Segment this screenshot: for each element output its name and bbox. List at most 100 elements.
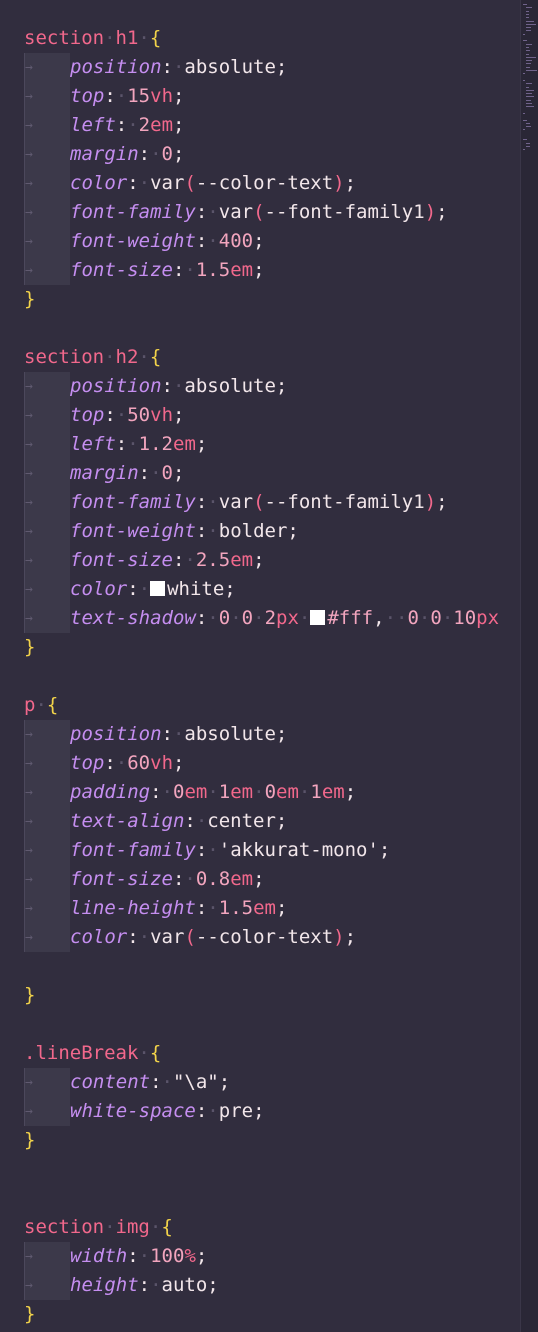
code-token-colon: : bbox=[115, 433, 128, 455]
code-token-colon: : bbox=[161, 56, 173, 78]
code-line[interactable]: p·{ bbox=[24, 691, 520, 720]
code-line[interactable]: text-shadow:·0·0·2px·#fff,··0·0·10px bbox=[24, 604, 520, 633]
code-token-dot: · bbox=[104, 27, 116, 49]
code-line[interactable]: width:·100%; bbox=[24, 1242, 520, 1271]
code-line[interactable]: font-weight:·400; bbox=[24, 227, 520, 256]
code-token-unit: em bbox=[230, 259, 254, 281]
code-token-colon: : bbox=[195, 520, 208, 542]
code-line[interactable]: margin:·0; bbox=[24, 140, 520, 169]
code-token-colon: : bbox=[161, 723, 173, 745]
code-token-colon: : bbox=[195, 1100, 208, 1122]
code-token-num: 0 bbox=[161, 143, 173, 165]
code-token-dot: · bbox=[207, 839, 219, 861]
code-token-prop: line-height bbox=[70, 897, 196, 919]
code-line[interactable]: left:·2em; bbox=[24, 111, 520, 140]
code-line[interactable]: font-size:·1.5em; bbox=[24, 256, 520, 285]
code-token-dot: · bbox=[184, 868, 196, 890]
code-line[interactable]: color:·var(--color-text); bbox=[24, 169, 520, 198]
code-token-num: 1 bbox=[310, 781, 322, 803]
code-token-unit: em bbox=[184, 781, 208, 803]
code-token-num: 0 bbox=[430, 607, 442, 629]
code-token-colon: : bbox=[127, 578, 139, 600]
code-line[interactable]: line-height:·1.5em; bbox=[24, 894, 520, 923]
tab-indent-marker bbox=[24, 401, 70, 430]
code-line[interactable]: text-align:·center; bbox=[24, 807, 520, 836]
code-line[interactable]: font-weight:·bolder; bbox=[24, 517, 520, 546]
code-token-dot: · bbox=[184, 549, 196, 571]
code-line[interactable]: } bbox=[24, 1126, 520, 1155]
code-token-str: absolute; bbox=[184, 375, 288, 397]
code-line[interactable]: top:·15vh; bbox=[24, 82, 520, 111]
code-token-colon: : bbox=[104, 85, 116, 107]
code-line[interactable]: font-family:·'akkurat-mono'; bbox=[24, 836, 520, 865]
code-line[interactable]: } bbox=[24, 285, 520, 314]
code-line[interactable]: font-size:·2.5em; bbox=[24, 546, 520, 575]
code-token-str: --font-family1 bbox=[264, 491, 425, 513]
code-line[interactable]: color:·var(--color-text); bbox=[24, 923, 520, 952]
code-token-str: auto; bbox=[161, 1274, 219, 1296]
code-token-colon: : bbox=[138, 462, 151, 484]
code-token-str: ; bbox=[344, 172, 357, 194]
code-line[interactable]: height:·auto; bbox=[24, 1271, 520, 1300]
code-line[interactable]: font-family:·var(--font-family1); bbox=[24, 198, 520, 227]
code-line[interactable]: content:·"\a"; bbox=[24, 1068, 520, 1097]
minimap-line bbox=[523, 79, 525, 81]
code-token-num: 15 bbox=[127, 85, 151, 107]
code-line[interactable] bbox=[24, 1184, 520, 1213]
code-line[interactable]: padding:·0em·1em·0em·1em; bbox=[24, 778, 520, 807]
code-token-prop: font-weight bbox=[70, 230, 196, 252]
tab-indent-marker bbox=[24, 372, 70, 401]
code-line[interactable]: section·h2·{ bbox=[24, 343, 520, 372]
code-line[interactable]: left:·1.2em; bbox=[24, 430, 520, 459]
code-token-prop: top bbox=[70, 85, 105, 107]
code-line[interactable]: margin:·0; bbox=[24, 459, 520, 488]
code-line[interactable] bbox=[24, 662, 520, 691]
code-line[interactable]: top:·60vh; bbox=[24, 749, 520, 778]
tab-indent-marker bbox=[24, 720, 70, 749]
code-token-str: ; bbox=[195, 433, 208, 455]
code-line[interactable]: } bbox=[24, 981, 520, 1010]
code-token-sel: section bbox=[24, 1216, 105, 1238]
code-line[interactable] bbox=[24, 952, 520, 981]
code-token-num: 0 bbox=[241, 607, 254, 629]
code-area[interactable]: section·h1·{position:·absolute;top:·15vh… bbox=[24, 24, 520, 1329]
minimap[interactable] bbox=[520, 0, 538, 1332]
minimap-line bbox=[523, 112, 525, 114]
code-token-prop: color bbox=[70, 172, 128, 194]
code-token-brace: { bbox=[149, 346, 162, 368]
code-line[interactable] bbox=[24, 1010, 520, 1039]
code-line[interactable]: white-space:·pre; bbox=[24, 1097, 520, 1126]
code-token-dot: · bbox=[104, 346, 116, 368]
code-token-prop: top bbox=[70, 752, 105, 774]
code-line[interactable] bbox=[24, 1155, 520, 1184]
tab-indent-marker bbox=[24, 865, 70, 894]
tab-indent-marker bbox=[24, 82, 70, 111]
tab-indent-marker bbox=[24, 227, 70, 256]
code-token-dot: · bbox=[150, 462, 162, 484]
minimap-line bbox=[526, 142, 530, 144]
code-line[interactable] bbox=[24, 314, 520, 343]
code-line[interactable]: .lineBreak·{ bbox=[24, 1039, 520, 1068]
code-line[interactable]: section·img·{ bbox=[24, 1213, 520, 1242]
code-line[interactable]: color:· white; bbox=[24, 575, 520, 604]
code-token-dot: · bbox=[150, 1274, 162, 1296]
code-line[interactable]: font-family:·var(--font-family1); bbox=[24, 488, 520, 517]
code-token-sel: .lineBreak bbox=[24, 1042, 139, 1064]
code-line[interactable]: position:·absolute; bbox=[24, 720, 520, 749]
code-line[interactable]: position:·absolute; bbox=[24, 372, 520, 401]
code-editor[interactable]: section·h1·{position:·absolute;top:·15vh… bbox=[0, 0, 538, 1332]
code-token-unit: % bbox=[184, 1245, 196, 1267]
code-token-prop: height bbox=[70, 1274, 139, 1296]
code-token-dot: · bbox=[207, 491, 219, 513]
code-token-colon: : bbox=[150, 1071, 162, 1093]
code-line[interactable]: font-size:·0.8em; bbox=[24, 865, 520, 894]
tab-indent-marker bbox=[24, 894, 70, 923]
code-token-prop: position bbox=[70, 56, 162, 78]
code-line[interactable]: section·h1·{ bbox=[24, 24, 520, 53]
code-line[interactable]: } bbox=[24, 1300, 520, 1329]
code-token-brace: { bbox=[149, 1042, 162, 1064]
code-line[interactable]: position:·absolute; bbox=[24, 53, 520, 82]
code-line[interactable]: top:·50vh; bbox=[24, 401, 520, 430]
code-line[interactable]: } bbox=[24, 633, 520, 662]
code-token-num: 2 bbox=[138, 114, 151, 136]
